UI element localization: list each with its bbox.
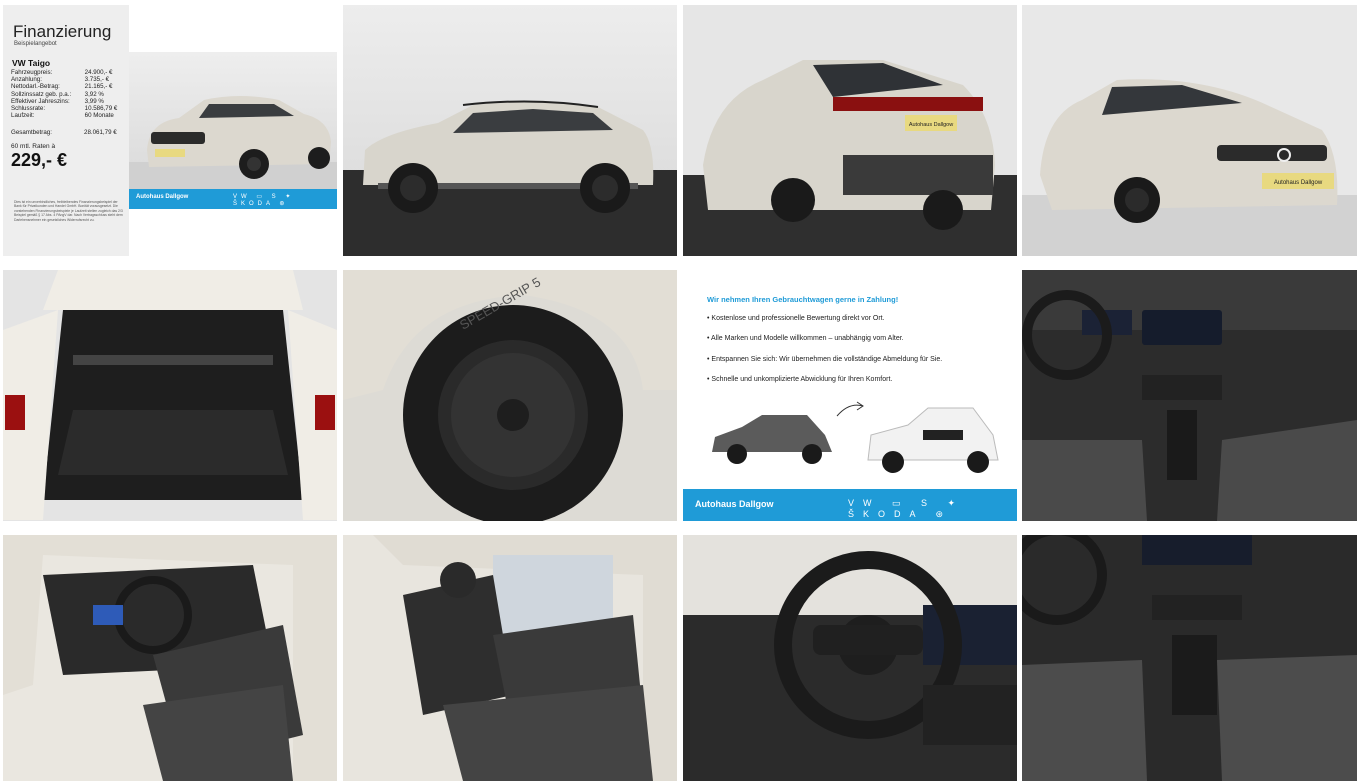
photo-dashboard[interactable] [1022,270,1357,521]
finance-table: Fahrzeugpreis: 24.900,- € Anzahlung: 3.735… [11,69,118,120]
dealer-plate-rear: Autohaus Dallgow [909,122,953,128]
photo-driver-seat[interactable] [3,535,337,781]
photo-trunk[interactable] [3,270,337,521]
photo-rear-view[interactable]: Autohaus Dallgow [683,5,1017,256]
list-item: Entspannen Sie sich: Wir übernehmen die … [707,356,942,376]
trade-in-heading: Wir nehmen Ihren Gebrauchtwagen gerne in… [707,295,899,304]
photo-steering-wheel[interactable] [683,535,1017,781]
trade-in-info-tile[interactable]: Wir nehmen Ihren Gebrauchtwagen gerne in… [683,270,1017,521]
photo-rear-seats[interactable] [343,535,677,781]
dealer-plate-front: Autohaus Dallgow [1274,180,1323,186]
old-car-image [712,415,832,464]
photo-gallery-grid: Finanzierung Beispielangebot VW Taigo Fa… [0,0,1361,781]
list-item: Schnelle und unkomplizierte Abwicklung f… [707,376,942,396]
dealer-logo: Autohaus Dallgow [136,194,189,200]
finance-rate-label: 60 mtl. Raten à [11,143,56,150]
dealer-banner: Autohaus Dallgow VW ▭ S ✦ ŠKODA ⊛ [129,189,337,209]
arrow-icon [836,401,864,417]
brand-logos: VW ▭ S ✦ ŠKODA ⊛ [233,194,295,207]
brand-logos: VW ▭ S ✦ ŠKODA ⊛ [848,498,965,519]
finance-model: VW Taigo [12,58,51,68]
finance-total: Gesamtbetrag: 28.061,79 € [11,129,117,136]
finance-fineprint: Dies ist ein unverbindliches, freibleibe… [14,200,123,222]
photo-side-view[interactable] [343,5,677,256]
photo-center-console[interactable] [1022,535,1357,781]
new-car-image [867,407,999,473]
trade-in-benefits: Kostenlose und professionelle Bewertung … [707,315,942,396]
photo-front-three-quarter[interactable]: Autohaus Dallgow [1022,5,1357,256]
finance-price: 229,- € [11,150,68,170]
list-item: Kostenlose und professionelle Bewertung … [707,315,942,335]
dealer-banner: Autohaus Dallgow VW ▭ S ✦ ŠKODA ⊛ [683,489,1017,521]
dealer-logo: Autohaus Dallgow [695,499,774,509]
financing-offer-tile[interactable]: Finanzierung Beispielangebot VW Taigo Fa… [3,5,337,256]
car-front-image [129,52,337,189]
finance-subtitle: Beispielangebot [14,41,57,47]
finance-title: Finanzierung [13,22,112,41]
photo-wheel[interactable]: SPEED-GRIP 5 [343,270,677,521]
list-item: Alle Marken und Modelle willkommen – una… [707,335,942,355]
